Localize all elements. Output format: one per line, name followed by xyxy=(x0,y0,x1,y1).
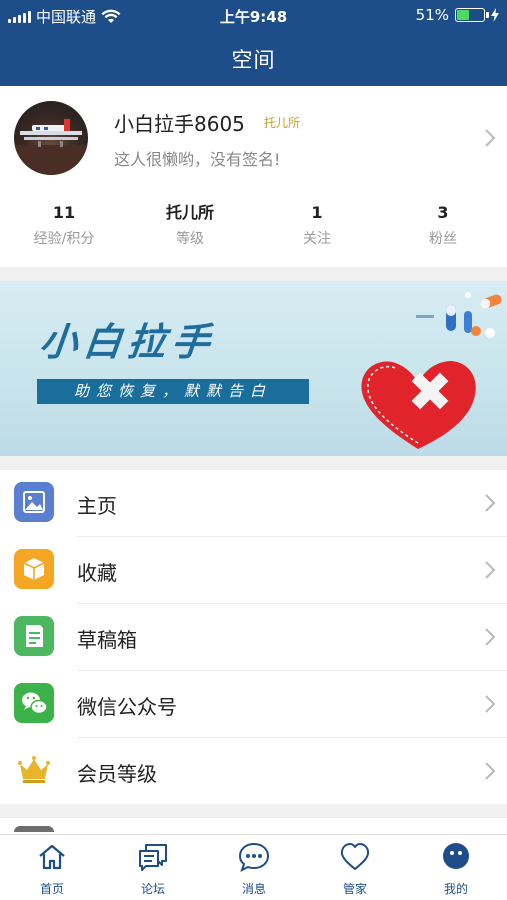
stat-value: 托儿所 xyxy=(165,203,214,222)
stat-value: 1 xyxy=(311,203,323,222)
menu-item-label: 主页 xyxy=(77,494,117,518)
page-title: 空间 xyxy=(231,48,276,72)
menu-item-drafts[interactable]: 草稿箱 xyxy=(0,604,507,671)
stat-value: 11 xyxy=(52,203,76,222)
tab-forum[interactable]: 论坛 xyxy=(113,841,193,897)
chevron-right-icon xyxy=(485,628,496,646)
menu-item-label: 草稿箱 xyxy=(77,628,137,652)
crown-icon xyxy=(14,750,54,790)
message-icon xyxy=(238,842,270,872)
chevron-right-icon xyxy=(485,494,496,512)
heart-icon xyxy=(340,843,370,870)
tab-butler[interactable]: 管家 xyxy=(315,841,395,897)
signature: 这人很懒哟，没有签名! xyxy=(114,150,281,169)
charging-icon xyxy=(491,8,499,22)
menu-item-wechat[interactable]: 微信公众号 xyxy=(0,671,507,738)
avatar[interactable] xyxy=(14,101,88,175)
chevron-right-icon xyxy=(485,695,496,713)
tab-label: 首页 xyxy=(39,882,64,896)
menu-item-homepage[interactable]: 主页 xyxy=(0,470,507,537)
battery-icon xyxy=(455,8,489,22)
image-icon xyxy=(14,482,54,522)
stat-points[interactable]: 11 经验/积分 xyxy=(1,201,127,250)
status-right: 51% xyxy=(416,6,499,24)
tab-label: 论坛 xyxy=(140,882,165,896)
tab-home[interactable]: 首页 xyxy=(12,841,92,897)
stat-label: 经验/积分 xyxy=(33,231,95,247)
chevron-right-icon xyxy=(485,561,496,579)
stat-following[interactable]: 1 关注 xyxy=(254,201,380,250)
stat-value: 3 xyxy=(437,203,449,222)
heart-plaster-illustration xyxy=(361,361,476,449)
stat-label: 关注 xyxy=(303,231,331,247)
profile-stats: 11 经验/积分 托儿所 等级 1 关注 3 粉丝 xyxy=(0,201,507,261)
stat-label: 等级 xyxy=(176,231,204,247)
tab-label: 我的 xyxy=(443,882,468,896)
airplane-avatar-image xyxy=(14,119,88,175)
stat-fans[interactable]: 3 粉丝 xyxy=(380,201,506,250)
draft-icon xyxy=(14,616,54,656)
stat-level[interactable]: 托儿所 等级 xyxy=(127,201,253,250)
wechat-icon xyxy=(14,683,54,723)
level-badge: 托儿所 xyxy=(264,116,301,130)
menu-item-favorites[interactable]: 收藏 xyxy=(0,537,507,604)
partial-menu-icon xyxy=(14,826,54,832)
battery-percent: 51% xyxy=(415,6,449,24)
next-section-peek xyxy=(0,818,507,834)
home-icon xyxy=(39,844,65,870)
stat-label: 粉丝 xyxy=(429,231,457,247)
profile-icon xyxy=(443,843,469,869)
chevron-right-icon xyxy=(485,762,496,780)
promo-banner[interactable]: 小白拉手 助您恢复，默默告白 xyxy=(0,281,507,456)
forum-icon xyxy=(139,844,167,871)
banner-brand: 小白拉手 xyxy=(37,320,218,364)
tab-messages[interactable]: 消息 xyxy=(214,841,294,897)
app-screen: 中国联通 上午9:48 51% 空间 小白拉手8605 托儿所 这人很懒哟，没有… xyxy=(0,0,507,900)
box-icon xyxy=(14,549,54,589)
menu-item-label: 微信公众号 xyxy=(77,695,177,719)
tab-label: 消息 xyxy=(241,882,266,896)
menu-list: 主页 收藏 草稿箱 微信公众号 会员等级 xyxy=(0,470,507,804)
menu-item-label: 收藏 xyxy=(77,561,117,585)
pills-illustration xyxy=(416,292,502,338)
tab-mine[interactable]: 我的 xyxy=(416,841,496,897)
menu-item-membership[interactable]: 会员等级 xyxy=(0,738,507,805)
status-bar: 中国联通 上午9:48 51% xyxy=(0,0,507,30)
tab-label: 管家 xyxy=(342,882,367,896)
username: 小白拉手8605 xyxy=(114,112,245,136)
tab-bar: 首页 论坛 消息 管家 我的 xyxy=(0,834,507,900)
profile-card[interactable]: 小白拉手8605 托儿所 这人很懒哟，没有签名! 11 经验/积分 托儿所 等级… xyxy=(0,86,507,267)
banner-slogan: 助您恢复，默默告白 xyxy=(37,379,309,404)
header: 中国联通 上午9:48 51% 空间 xyxy=(0,0,507,86)
menu-item-label: 会员等级 xyxy=(77,762,157,786)
chevron-right-icon xyxy=(485,129,496,147)
